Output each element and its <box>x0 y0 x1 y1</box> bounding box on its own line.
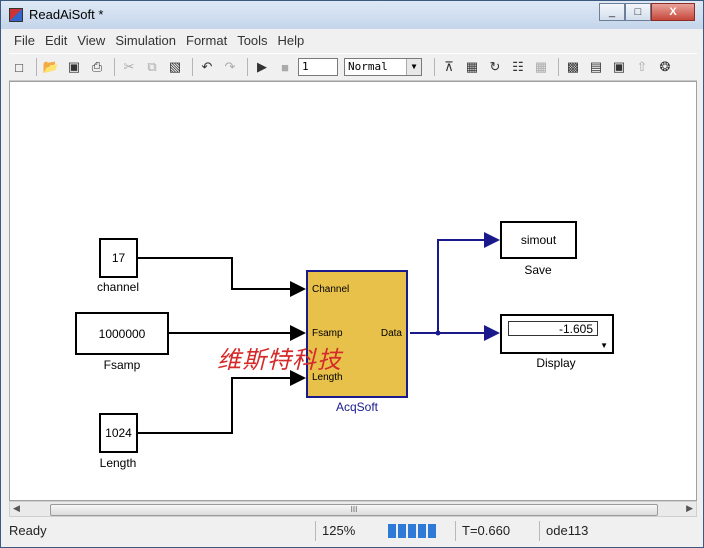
model-explorer-icon[interactable]: ▤ <box>586 57 606 77</box>
acqsoft-subsystem-block[interactable]: Channel Fsamp Length Data <box>306 270 408 398</box>
title-bar[interactable]: ReadAiSoft * _ □ X <box>1 1 703 29</box>
stop-time-input[interactable]: 1 <box>298 58 338 76</box>
simulation-mode-select[interactable]: Normal ▼ <box>344 58 422 76</box>
window-title: ReadAiSoft * <box>29 7 104 22</box>
channel-constant-block[interactable]: 17 <box>99 238 138 278</box>
simulation-mode-value: Normal <box>348 60 388 73</box>
display-block[interactable]: -1.605 ▼ <box>500 314 614 354</box>
simulink-window: ReadAiSoft * _ □ X File Edit View Simula… <box>0 0 704 548</box>
scrollbar-thumb[interactable]: III <box>50 504 658 516</box>
display-label: Display <box>536 356 576 370</box>
menu-edit[interactable]: Edit <box>40 31 72 51</box>
scroll-left-icon[interactable]: ◀ <box>13 503 20 514</box>
stop-simulation-icon[interactable]: ■ <box>275 57 295 77</box>
acqsoft-label: AcqSoft <box>335 400 379 414</box>
open-folder-icon[interactable]: 📂 <box>41 57 61 77</box>
save-to-workspace-block[interactable]: simout <box>500 221 577 259</box>
cut-icon[interactable]: ✂ <box>119 57 139 77</box>
save-label: Save <box>524 263 552 277</box>
refresh-icon[interactable]: ↻ <box>485 57 505 77</box>
simulink-app-icon <box>9 8 23 22</box>
start-simulation-icon[interactable]: ▶ <box>252 57 272 77</box>
length-label: Length <box>99 456 137 470</box>
menu-format[interactable]: Format <box>181 31 232 51</box>
display-value: -1.605 <box>508 321 598 336</box>
grid-icon[interactable]: ▦ <box>531 57 551 77</box>
signal-channel <box>138 257 306 297</box>
advisor-icon[interactable]: ❂ <box>655 57 675 77</box>
simulation-progress-bar <box>388 524 438 538</box>
branch-point <box>435 330 441 336</box>
toolbar: □ 📂 ▣ ⎙ ✂ ⧉ ▧ ↶ ↷ ▶ ■ 1 Normal ▼ ⊼ ▦ ↻ ☷… <box>9 53 697 81</box>
status-solver: ode113 <box>539 521 689 541</box>
close-button[interactable]: X <box>651 3 695 21</box>
acq-port-data: Data <box>380 328 402 339</box>
library-browser-icon[interactable]: ▩ <box>563 57 583 77</box>
copy-icon[interactable]: ⧉ <box>142 57 162 77</box>
channel-label: channel <box>96 280 140 294</box>
acq-port-fsamp: Fsamp <box>312 328 343 339</box>
status-time: T=0.660 <box>455 521 539 541</box>
display-expand-icon: ▼ <box>600 341 608 350</box>
fsamp-label: Fsamp <box>103 358 141 372</box>
save-icon[interactable]: ▣ <box>64 57 84 77</box>
length-constant-block[interactable]: 1024 <box>99 413 138 453</box>
status-zoom: 125% <box>315 521 387 541</box>
menu-help[interactable]: Help <box>273 31 310 51</box>
menu-view[interactable]: View <box>72 31 110 51</box>
acq-port-channel: Channel <box>312 284 350 295</box>
horizontal-scrollbar[interactable]: ◀ III ▶ <box>9 501 697 517</box>
debugger-icon[interactable]: ▣ <box>609 57 629 77</box>
status-state: Ready <box>9 523 47 538</box>
paste-icon[interactable]: ▧ <box>165 57 185 77</box>
fsamp-constant-block[interactable]: 1000000 <box>75 312 169 355</box>
status-bar: Ready 125% T=0.660 ode113 <box>9 521 697 541</box>
print-icon[interactable]: ⎙ <box>87 57 107 77</box>
signal-length <box>138 370 306 434</box>
redo-icon[interactable]: ↷ <box>220 57 240 77</box>
scroll-right-icon[interactable]: ▶ <box>686 503 693 514</box>
update-diagram-icon[interactable]: ☷ <box>508 57 528 77</box>
undo-icon[interactable]: ↶ <box>197 57 217 77</box>
model-canvas[interactable]: 17 channel 1000000 Fsamp 1024 Length Cha… <box>9 81 697 501</box>
minimize-button[interactable]: _ <box>599 3 625 21</box>
incremental-build-icon[interactable]: ▦ <box>462 57 482 77</box>
menu-file[interactable]: File <box>9 31 40 51</box>
menu-simulation[interactable]: Simulation <box>110 31 181 51</box>
watermark-text: 维斯特科技 <box>217 346 342 374</box>
signal-data-to-save <box>410 232 500 334</box>
menu-tools[interactable]: Tools <box>232 31 272 51</box>
chevron-down-icon[interactable]: ▼ <box>406 59 421 75</box>
build-icon[interactable]: ⊼ <box>439 57 459 77</box>
maximize-button[interactable]: □ <box>625 3 651 21</box>
new-model-icon[interactable]: □ <box>9 57 29 77</box>
up-arrow-icon[interactable]: ⇧ <box>632 57 652 77</box>
menu-bar: File Edit View Simulation Format Tools H… <box>9 31 309 51</box>
